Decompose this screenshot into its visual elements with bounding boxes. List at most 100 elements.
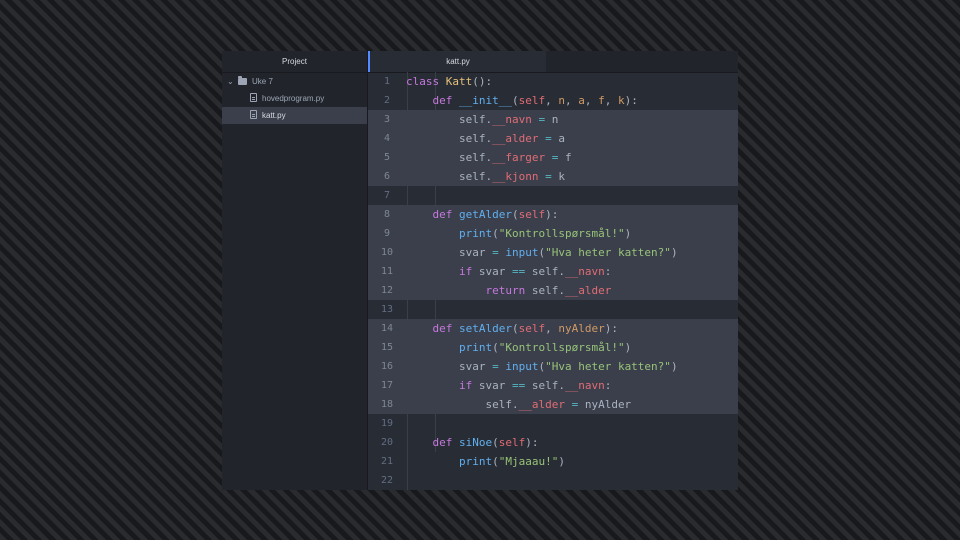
code-text: return self.__alder [406, 281, 611, 300]
code-line[interactable]: 20 def siNoe(self): [368, 433, 738, 452]
code-text: self.__farger = f [406, 148, 572, 167]
code-token: ) [624, 227, 632, 240]
sidebar-title: Project [222, 51, 367, 73]
code-text: self.__navn = n [406, 110, 558, 129]
tree-folder-uke7[interactable]: ⌄ Uke 7 [222, 73, 367, 90]
code-token: , [545, 94, 559, 107]
tree-file-hovedprogram[interactable]: hovedprogram.py [222, 90, 367, 107]
code-token: __navn [564, 265, 605, 278]
code-token: __alder [492, 132, 539, 145]
code-text: def getAlder(self): [406, 205, 559, 224]
code-area[interactable]: 1 class Katt(): 2 def __init__(self, n, a,… [368, 72, 738, 490]
file-icon [250, 93, 257, 102]
code-text: print("Kontrollspørsmål!") [406, 224, 631, 243]
code-token: == [511, 265, 526, 278]
code-token: __init__ [459, 94, 512, 107]
code-token: f [558, 151, 572, 164]
line-number: 3 [383, 114, 391, 125]
code-token: ( [492, 455, 499, 468]
code-text: def setAlder(self, nyAlder): [406, 319, 618, 338]
file-label: katt.py [262, 111, 286, 120]
code-token: self [518, 322, 546, 335]
code-token: ): [604, 322, 618, 335]
code-text: print("Mjaaau!") [406, 452, 565, 471]
code-token: f [598, 94, 605, 107]
code-line[interactable]: 15 print("Kontrollspørsmål!") [368, 338, 738, 357]
code-line[interactable]: 7 [368, 186, 738, 205]
code-token: self [518, 208, 546, 221]
code-token: svar [406, 246, 493, 259]
code-line[interactable]: 3 self.__navn = n [368, 110, 738, 129]
editor-window: Project ⌄ Uke 7 hovedprogram.py katt.py … [222, 51, 738, 490]
code-line[interactable]: 21 print("Mjaaau!") [368, 452, 738, 471]
code-token: def [432, 208, 459, 221]
code-token: self. [525, 265, 565, 278]
code-line[interactable]: 4 self.__alder = a [368, 129, 738, 148]
code-token: __alder [564, 284, 612, 297]
tab-katt-py[interactable]: katt.py [368, 51, 546, 72]
code-line[interactable]: 12 return self.__alder [368, 281, 738, 300]
code-token: svar [472, 379, 512, 392]
code-line[interactable]: 13 [368, 300, 738, 319]
code-token: "Kontrollspørsmål!" [498, 227, 625, 240]
tab-bar: katt.py [368, 51, 738, 73]
code-token: self. [406, 151, 493, 164]
code-token: ( [492, 227, 499, 240]
line-number: 14 [380, 323, 394, 334]
code-token: self. [525, 284, 565, 297]
code-line[interactable]: 8 def getAlder(self): [368, 205, 738, 224]
code-token: n [558, 94, 565, 107]
code-token: "Hva heter katten?" [545, 246, 671, 259]
code-token: == [511, 379, 526, 392]
code-token: = [545, 170, 552, 183]
code-token: self. [525, 379, 565, 392]
folder-label: Uke 7 [252, 77, 273, 86]
code-line[interactable]: 5 self.__farger = f [368, 148, 738, 167]
code-token: input [505, 246, 539, 259]
code-line[interactable]: 14 def setAlder(self, nyAlder): [368, 319, 738, 338]
code-text: self.__kjonn = k [406, 167, 565, 186]
line-number: 16 [380, 361, 394, 372]
code-token: : [604, 265, 612, 278]
code-editor[interactable]: katt.py 1 class Katt(): 2 def __init__(sel… [368, 51, 738, 490]
line-number: 9 [383, 228, 391, 239]
code-line[interactable]: 1 class Katt(): [368, 72, 738, 91]
code-token: def [432, 322, 459, 335]
code-token: "Mjaaau!" [498, 455, 559, 468]
code-text: self.__alder = a [406, 129, 565, 148]
code-line[interactable]: 16 svar = input("Hva heter katten?") [368, 357, 738, 376]
line-number: 7 [383, 190, 391, 201]
code-token: __kjonn [492, 170, 539, 183]
code-line[interactable]: 22 [368, 471, 738, 490]
line-number: 6 [383, 171, 391, 182]
code-text: def siNoe(self): [406, 433, 539, 452]
line-number: 10 [380, 247, 394, 258]
code-line[interactable]: 19 [368, 414, 738, 433]
code-token: setAlder [459, 322, 512, 335]
code-line[interactable]: 9 print("Kontrollspørsmål!") [368, 224, 738, 243]
tree-file-katt[interactable]: katt.py [222, 107, 367, 124]
code-line[interactable]: 18 self.__alder = nyAlder [368, 395, 738, 414]
code-token: ) [558, 455, 565, 468]
line-number: 8 [383, 209, 391, 220]
line-number: 21 [380, 456, 394, 467]
code-line[interactable]: 17 if svar == self.__navn: [368, 376, 738, 395]
line-number: 4 [383, 133, 391, 144]
code-token: , [564, 94, 579, 107]
code-text: print("Kontrollspørsmål!") [406, 338, 631, 357]
code-token: ( [492, 436, 499, 449]
chevron-down-icon[interactable]: ⌄ [227, 73, 234, 90]
code-token: ): [545, 208, 559, 221]
code-token: return [485, 284, 526, 297]
code-line[interactable]: 10 svar = input("Hva heter katten?") [368, 243, 738, 262]
code-line[interactable]: 11 if svar == self.__navn: [368, 262, 738, 281]
code-line[interactable]: 2 def __init__(self, n, a, f, k): [368, 91, 738, 110]
code-line[interactable]: 6 self.__kjonn = k [368, 167, 738, 186]
line-number: 18 [380, 399, 394, 410]
code-token: print [458, 341, 493, 354]
code-token: __alder [518, 398, 565, 411]
